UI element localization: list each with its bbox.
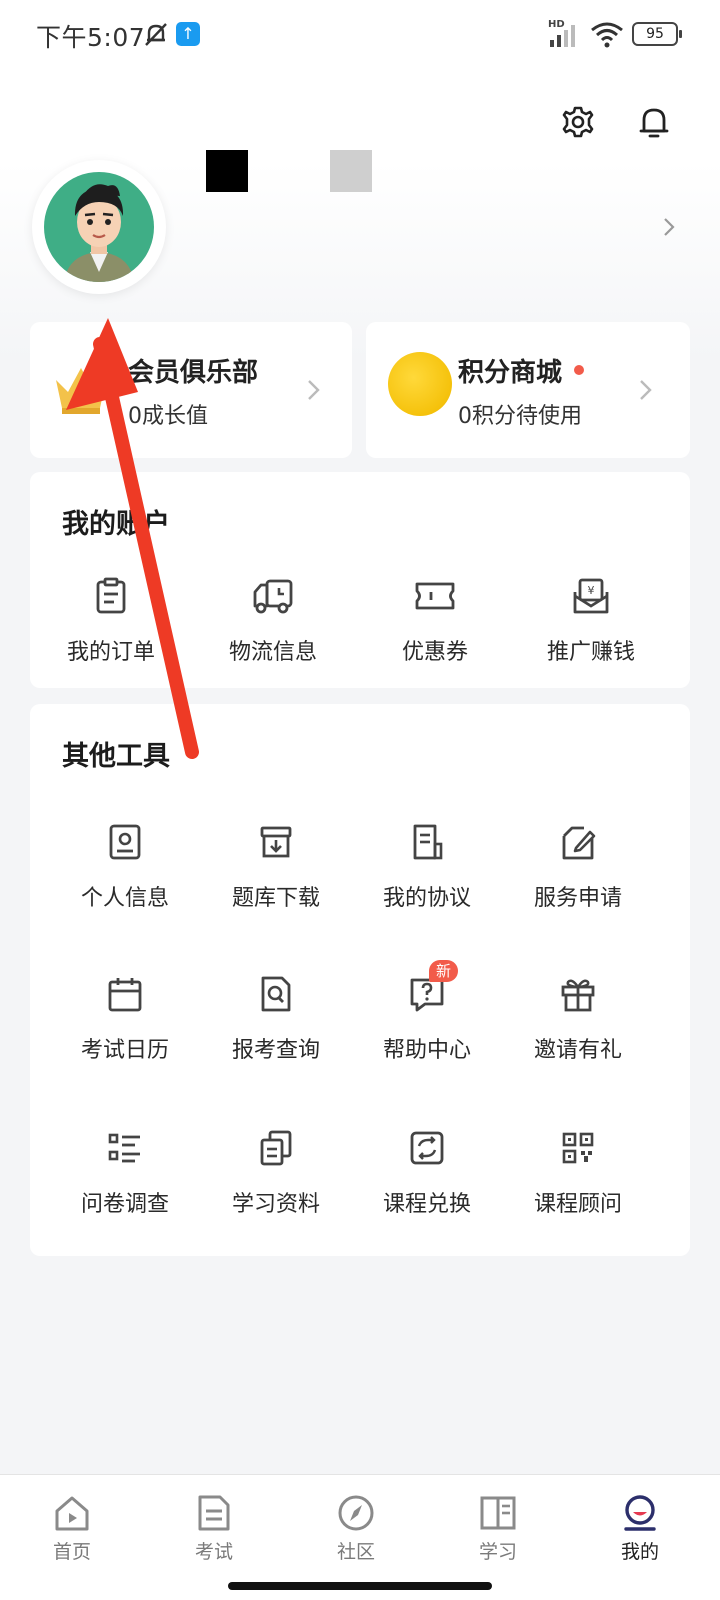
crown-icon: [56, 368, 106, 414]
chevron-right-icon: [308, 380, 320, 400]
chevron-right-icon[interactable]: [660, 216, 678, 238]
other-tools-section: 其他工具 个人信息 题库下载 我的协议 服务申请 考试日历 报考查询 新 帮助中…: [30, 704, 690, 1256]
tab-label: 我的: [620, 1541, 659, 1563]
grid-item-label: 我的订单: [66, 640, 155, 665]
member-club-title: 会员俱乐部: [128, 358, 259, 388]
tab-exam[interactable]: 考试: [164, 1493, 264, 1564]
my-account-section: 我的账户 我的订单 物流信息 优惠券 ¥ 推广赚钱: [30, 472, 690, 688]
grid-item-promotion[interactable]: ¥ 推广赚钱: [516, 576, 666, 666]
tab-label: 考试: [194, 1541, 233, 1563]
exam-doc-icon: [198, 1495, 230, 1531]
grid-item-questionnaire[interactable]: 问卷调查: [50, 1128, 200, 1218]
grid-item-registration-query[interactable]: 报考查询: [201, 974, 351, 1064]
id-card-icon: [109, 824, 141, 860]
coin-icon: [388, 352, 452, 416]
grid-item-study-materials[interactable]: 学习资料: [201, 1128, 351, 1218]
gift-icon: [561, 979, 595, 1012]
grid-item-label: 邀请有礼: [533, 1038, 622, 1063]
compass-icon: [338, 1495, 374, 1531]
grid-item-coupons[interactable]: 优惠券: [360, 576, 510, 666]
grid-item-label: 课程兑换: [382, 1192, 471, 1217]
wifi-icon: [591, 22, 623, 48]
grid-item-label: 优惠券: [401, 640, 468, 665]
grid-item-label: 考试日历: [80, 1038, 169, 1063]
battery-indicator: 95: [632, 22, 682, 46]
new-badge: 新: [429, 960, 459, 982]
member-club-growth: 0成长值: [128, 404, 208, 429]
status-bar: 下午5:07 ↑ HD 95: [0, 0, 720, 70]
tab-mine[interactable]: 我的: [590, 1493, 690, 1564]
grid-item-label: 个人信息: [80, 886, 169, 911]
tab-label: 首页: [52, 1541, 91, 1563]
avatar-image: [44, 172, 154, 282]
svg-text:¥: ¥: [588, 584, 595, 597]
home-icon: [55, 1496, 89, 1531]
home-indicator[interactable]: [228, 1582, 492, 1590]
calendar-icon: [108, 978, 142, 1012]
redacted-username-block: [330, 150, 372, 192]
grid-item-personal-info[interactable]: 个人信息: [50, 822, 200, 912]
grid-item-label: 学习资料: [231, 1192, 320, 1217]
member-club-card[interactable]: 会员俱乐部 0成长值: [30, 322, 352, 458]
help-icon-wrap: 新: [407, 960, 459, 1014]
order-clipboard-icon: [96, 577, 126, 614]
points-balance: 0积分待使用: [458, 404, 582, 429]
grid-item-label: 帮助中心: [382, 1038, 471, 1063]
grid-item-invite-gift[interactable]: 邀请有礼: [503, 974, 653, 1064]
points-mall-card[interactable]: 积分商城 0积分待使用: [366, 322, 690, 458]
profile-face-icon: [624, 1495, 656, 1531]
grid-item-label: 我的协议: [382, 886, 471, 911]
section-title: 我的账户: [62, 509, 170, 540]
status-time: 下午5:07: [36, 23, 146, 52]
grid-item-label: 物流信息: [228, 640, 317, 665]
money-envelope-icon: ¥: [573, 578, 609, 614]
avatar-cartoon-man-icon: [64, 184, 134, 282]
redacted-username-block: [206, 150, 248, 192]
signal-icon: [550, 25, 575, 47]
exchange-icon: [410, 1131, 444, 1165]
download-box-icon: [260, 826, 292, 858]
grid-item-exam-calendar[interactable]: 考试日历: [50, 974, 200, 1064]
grid-item-label: 报考查询: [231, 1038, 320, 1063]
grid-item-course-advisor[interactable]: 课程顾问: [503, 1128, 653, 1218]
app-notification-icon: ↑: [176, 22, 200, 46]
tab-label: 学习: [478, 1541, 517, 1563]
points-mall-title: 积分商城: [458, 358, 563, 388]
book-icon: [480, 1496, 516, 1530]
bell-icon[interactable]: [636, 104, 672, 140]
coupon-ticket-icon: [415, 582, 455, 610]
grid-item-my-agreement[interactable]: 我的协议: [352, 822, 502, 912]
documents-icon: [260, 1130, 292, 1166]
avatar[interactable]: [32, 160, 166, 294]
grid-item-label: 服务申请: [533, 886, 622, 911]
grid-item-my-orders[interactable]: 我的订单: [36, 576, 186, 666]
grid-item-question-bank-download[interactable]: 题库下载: [201, 822, 351, 912]
section-title: 其他工具: [62, 741, 170, 772]
gear-icon[interactable]: [560, 104, 596, 140]
grid-item-course-exchange[interactable]: 课程兑换: [352, 1128, 502, 1218]
grid-item-help-center[interactable]: 新 帮助中心: [352, 960, 502, 1064]
agreement-doc-icon: [413, 824, 443, 860]
grid-item-logistics[interactable]: 物流信息: [198, 576, 348, 666]
mute-bell-icon: [145, 23, 167, 46]
tab-home[interactable]: 首页: [22, 1493, 122, 1564]
search-doc-icon: [261, 976, 291, 1012]
grid-item-label: 题库下载: [231, 886, 320, 911]
grid-item-label: 课程顾问: [533, 1192, 622, 1217]
chevron-right-icon: [640, 380, 652, 400]
tab-community[interactable]: 社区: [306, 1493, 406, 1564]
notification-dot: [574, 365, 584, 375]
list-icon: [108, 1133, 140, 1163]
delivery-truck-icon: [253, 579, 293, 614]
tab-study[interactable]: 学习: [448, 1493, 548, 1564]
tab-label: 社区: [336, 1541, 375, 1563]
edit-form-icon: [562, 826, 596, 860]
grid-item-label: 问卷调查: [80, 1192, 169, 1217]
grid-item-service-application[interactable]: 服务申请: [503, 822, 653, 912]
qr-code-icon: [562, 1132, 594, 1164]
grid-item-label: 推广赚钱: [546, 640, 635, 665]
